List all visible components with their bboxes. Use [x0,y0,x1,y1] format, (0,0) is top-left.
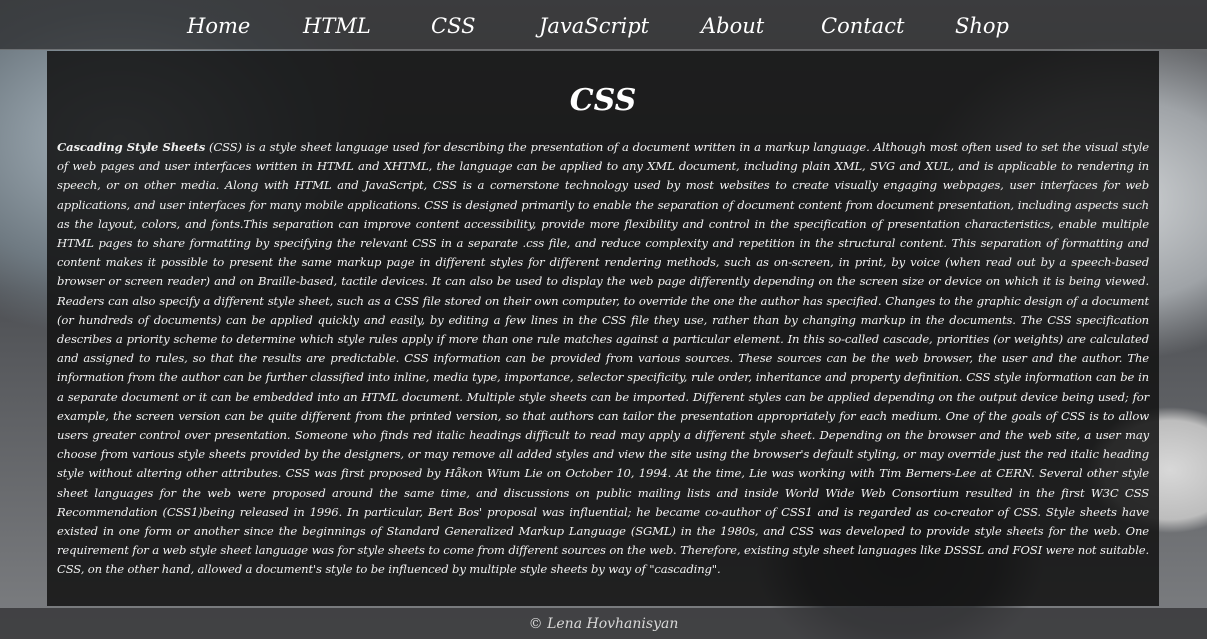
nav-link-shop[interactable]: Shop [955,12,1009,40]
content-panel: CSS Cascading Style Sheets (CSS) is a st… [47,51,1159,606]
lead-term: Cascading Style Sheets [57,140,206,154]
footer-copyright: © Lena Hovhanisyan [528,615,679,632]
nav-link-javascript[interactable]: JavaScript [539,12,649,40]
nav-link-home[interactable]: Home [187,12,250,40]
top-navbar: Home HTML CSS JavaScript About Contact S… [0,0,1207,50]
nav-link-contact[interactable]: Contact [821,12,904,40]
article-text: Cascading Style Sheets (CSS) is a style … [57,138,1149,580]
footer: © Lena Hovhanisyan [0,608,1207,639]
nav-link-about[interactable]: About [701,12,764,40]
article-body: (CSS) is a style sheet language used for… [57,140,1149,577]
page-title: CSS [569,83,637,118]
nav-link-html[interactable]: HTML [303,12,371,40]
nav-link-css[interactable]: CSS [431,12,475,40]
